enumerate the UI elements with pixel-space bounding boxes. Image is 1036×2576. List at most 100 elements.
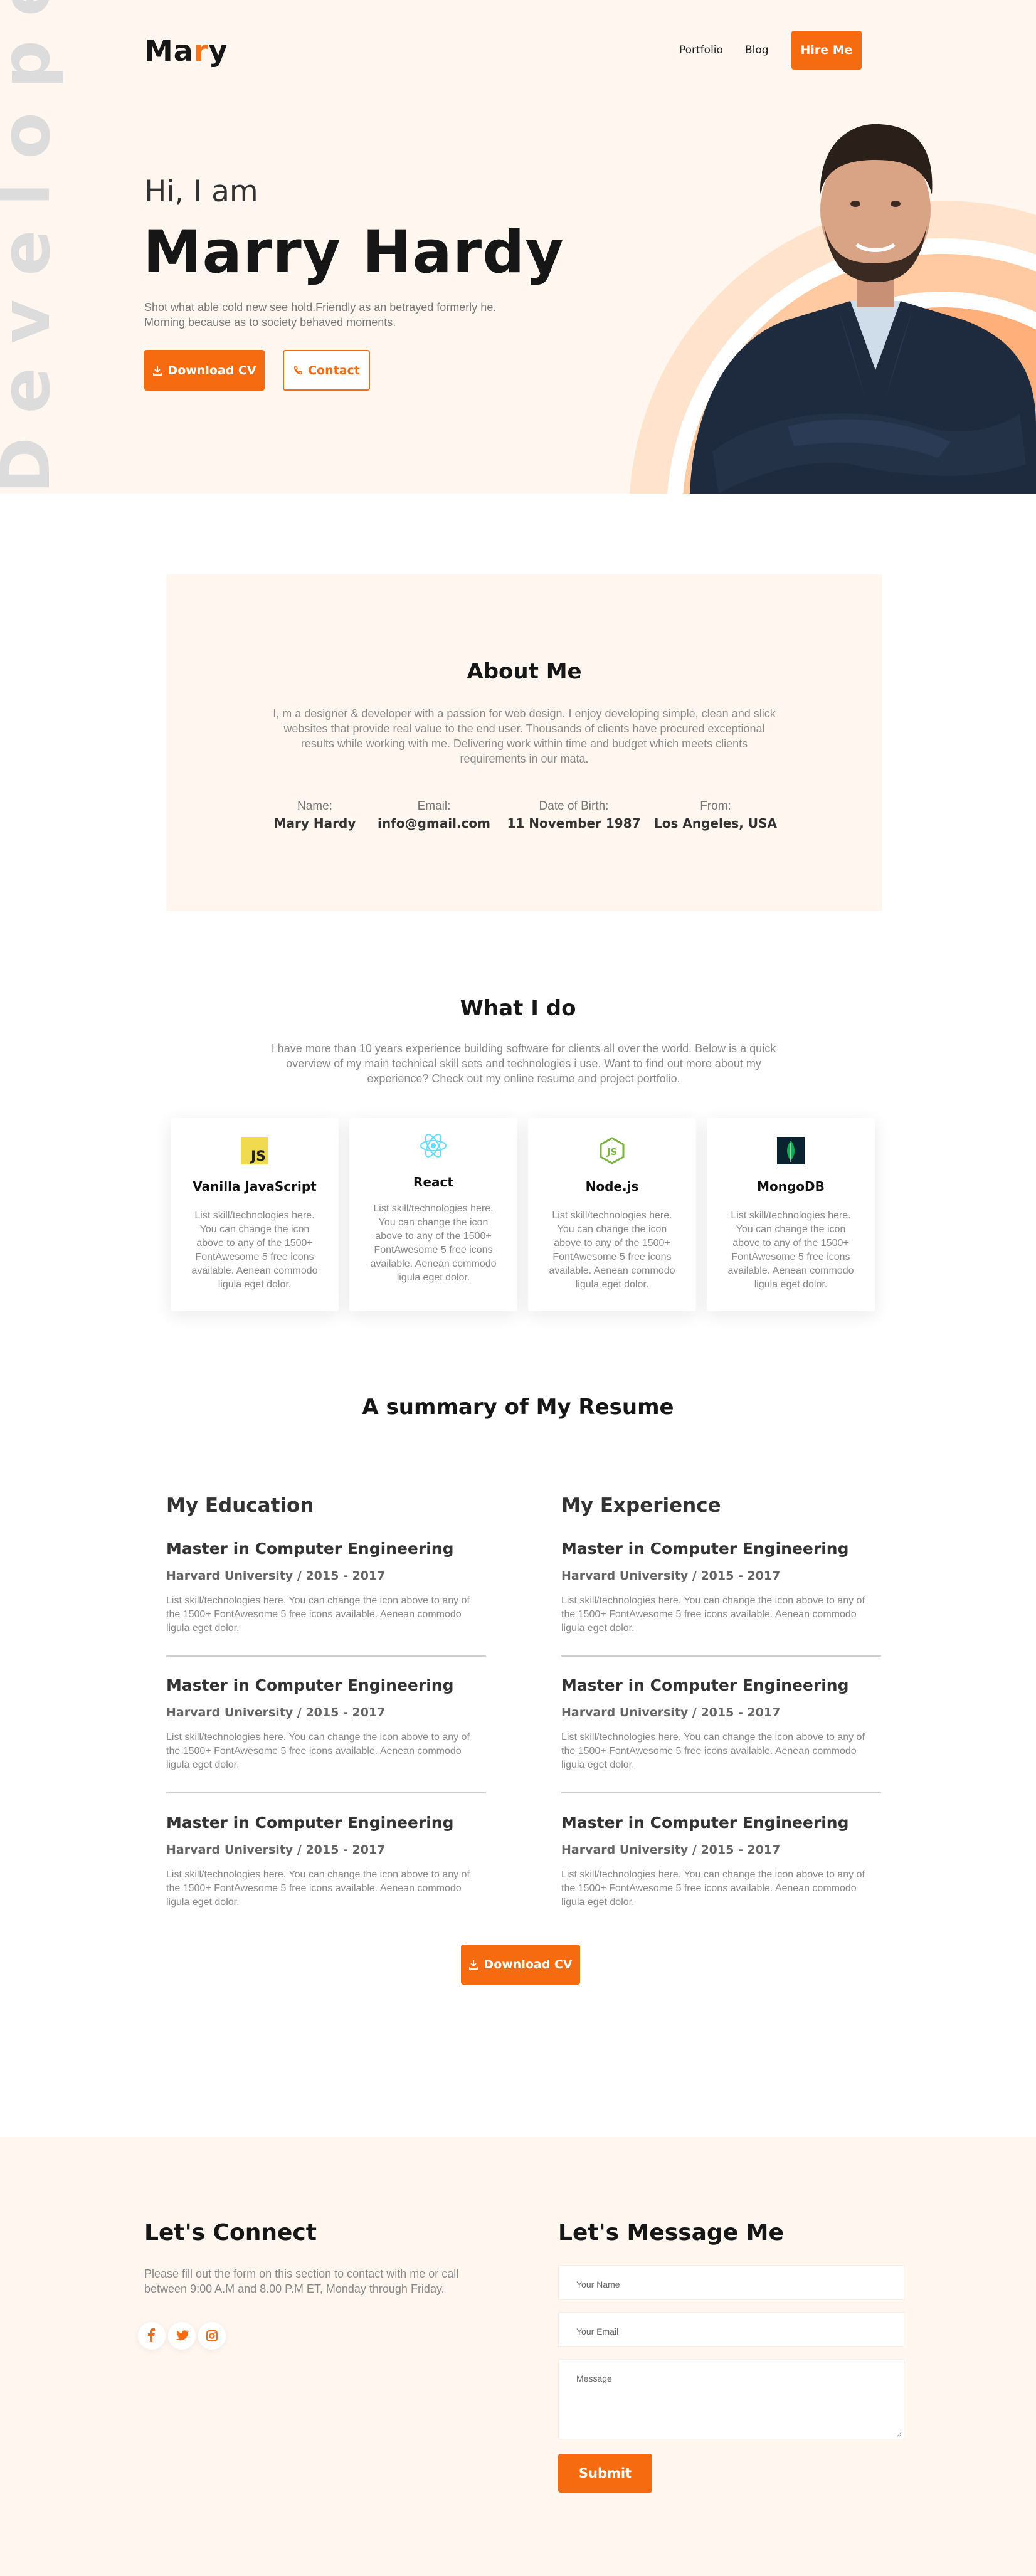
hire-me-button[interactable]: Hire Me — [791, 31, 862, 70]
education-item-description: List skill/technologies here. You can ch… — [166, 1869, 470, 1908]
submit-button[interactable]: Submit — [558, 2454, 652, 2493]
education-item-subtitle: Harvard University / 2015 - 2017 — [166, 1843, 386, 1857]
logo-suffix: y — [208, 34, 228, 68]
skill-title: React — [413, 1175, 453, 1190]
info-email-label: Email: — [417, 800, 451, 813]
experience-item-subtitle: Harvard University / 2015 - 2017 — [561, 1569, 781, 1583]
javascript-icon: JS — [241, 1137, 268, 1164]
facebook-link[interactable] — [138, 2322, 166, 2350]
download-icon — [469, 1960, 478, 1970]
info-name-label: Name: — [297, 800, 332, 813]
resume-title: A summary of My Resume — [362, 1395, 674, 1420]
skill-title: MongoDB — [757, 1179, 825, 1194]
svg-text:JS: JS — [250, 1149, 266, 1164]
education-item: Master in Computer Engineering Harvard U… — [166, 1539, 486, 1635]
info-dob-label: Date of Birth: — [539, 800, 609, 813]
hero-name: Marry Hardy — [143, 218, 564, 287]
about-text: I, m a designer & developer with a passi… — [273, 707, 776, 765]
connect-title: Let's Connect — [144, 2220, 317, 2246]
message-textarea[interactable]: Message — [558, 2359, 904, 2439]
info-from: From: Los Angeles, USA — [647, 800, 785, 831]
experience-item: Master in Computer Engineering Harvard U… — [561, 1676, 881, 1772]
experience-item-title: Master in Computer Engineering — [561, 1676, 849, 1694]
logo[interactable]: Mary — [144, 34, 228, 68]
skills-title: What I do — [460, 996, 576, 1021]
name-input[interactable]: Your Name — [558, 2265, 904, 2300]
download-cv-button[interactable]: Download CV — [144, 350, 265, 391]
education-item-title: Master in Computer Engineering — [166, 1676, 454, 1694]
info-email: Email: info@gmail.com — [365, 800, 503, 831]
skills-text: I have more than 10 years experience bui… — [271, 1042, 776, 1085]
skill-title: Vanilla JavaScript — [193, 1179, 317, 1194]
experience-title: My Experience — [561, 1494, 721, 1517]
hero-description: Shot what able cold new see hold.Friendl… — [144, 301, 497, 329]
experience-item-description: List skill/technologies here. You can ch… — [561, 1595, 865, 1634]
instagram-link[interactable] — [198, 2322, 226, 2350]
education-item: Master in Computer Engineering Harvard U… — [166, 1813, 486, 1909]
experience-item-title: Master in Computer Engineering — [561, 1813, 849, 1832]
education-divider — [166, 1792, 486, 1793]
education-divider — [166, 1655, 486, 1657]
twitter-icon — [176, 2330, 189, 2341]
education-item-description: List skill/technologies here. You can ch… — [166, 1595, 470, 1634]
education-item: Master in Computer Engineering Harvard U… — [166, 1676, 486, 1772]
nodejs-icon: JS — [600, 1137, 625, 1164]
hero-section: Developer Mary Portfolio Blog Hire Me Hi… — [0, 0, 1036, 494]
facebook-icon — [148, 2328, 155, 2342]
nav-portfolio[interactable]: Portfolio — [679, 44, 723, 56]
experience-item-description: List skill/technologies here. You can ch… — [561, 1732, 865, 1770]
nav-blog[interactable]: Blog — [745, 44, 769, 56]
message-title: Let's Message Me — [558, 2220, 784, 2246]
info-name: Name: Mary Hardy — [246, 800, 384, 831]
download-cv-label: Download CV — [167, 363, 256, 377]
resize-handle-icon[interactable] — [896, 2431, 902, 2437]
hero-vertical-text: Developer — [0, 0, 64, 494]
skill-description: List skill/technologies here. You can ch… — [191, 1210, 318, 1290]
skill-description: List skill/technologies here. You can ch… — [549, 1210, 675, 1290]
education-item-title: Master in Computer Engineering — [166, 1813, 454, 1832]
react-icon — [420, 1134, 447, 1158]
skill-card-react: React List skill/technologies here. You … — [349, 1118, 517, 1311]
connect-text: Please fill out the form on this section… — [144, 2267, 459, 2295]
experience-item-subtitle: Harvard University / 2015 - 2017 — [561, 1706, 781, 1719]
message-placeholder: Message — [576, 2373, 612, 2383]
education-item-description: List skill/technologies here. You can ch… — [166, 1732, 470, 1770]
info-dob-value: 11 November 1987 — [507, 816, 641, 831]
contact-label: Contact — [308, 363, 360, 377]
skill-card-mongodb: MongoDB List skill/technologies here. Yo… — [707, 1118, 875, 1311]
logo-prefix: Ma — [144, 34, 194, 68]
twitter-link[interactable] — [168, 2322, 196, 2350]
info-dob: Date of Birth: 11 November 1987 — [505, 800, 643, 831]
resume-download-cv-label: Download CV — [484, 1958, 573, 1972]
info-from-value: Los Angeles, USA — [654, 816, 777, 831]
experience-item-title: Master in Computer Engineering — [561, 1539, 849, 1558]
svg-text:JS: JS — [606, 1146, 617, 1158]
experience-item: Master in Computer Engineering Harvard U… — [561, 1539, 881, 1635]
info-from-label: From: — [700, 800, 731, 813]
instagram-icon — [206, 2330, 218, 2342]
contact-button[interactable]: Contact — [283, 350, 370, 391]
experience-item-subtitle: Harvard University / 2015 - 2017 — [561, 1843, 781, 1857]
email-input[interactable]: Your Email — [558, 2312, 904, 2347]
resume-download-cv-button[interactable]: Download CV — [461, 1945, 580, 1985]
education-title: My Education — [166, 1494, 314, 1517]
education-item-subtitle: Harvard University / 2015 - 2017 — [166, 1569, 386, 1583]
info-email-value: info@gmail.com — [378, 816, 490, 831]
contact-section — [0, 2137, 1036, 2576]
phone-icon — [294, 366, 302, 374]
mongodb-icon — [777, 1137, 805, 1164]
skill-card-nodejs: JS Node.js List skill/technologies here.… — [528, 1118, 696, 1311]
experience-divider — [561, 1655, 881, 1657]
experience-item: Master in Computer Engineering Harvard U… — [561, 1813, 881, 1909]
skill-description: List skill/technologies here. You can ch… — [727, 1210, 854, 1290]
education-item-title: Master in Computer Engineering — [166, 1539, 454, 1558]
experience-divider — [561, 1792, 881, 1793]
about-section: About Me I, m a designer & developer wit… — [166, 574, 882, 911]
experience-item-description: List skill/technologies here. You can ch… — [561, 1869, 865, 1908]
about-title: About Me — [467, 659, 582, 684]
download-icon — [153, 366, 162, 376]
logo-accent: r — [193, 34, 209, 68]
hero-greeting: Hi, I am — [144, 174, 258, 209]
skill-title: Node.js — [585, 1179, 639, 1194]
info-name-value: Mary Hardy — [273, 816, 356, 831]
